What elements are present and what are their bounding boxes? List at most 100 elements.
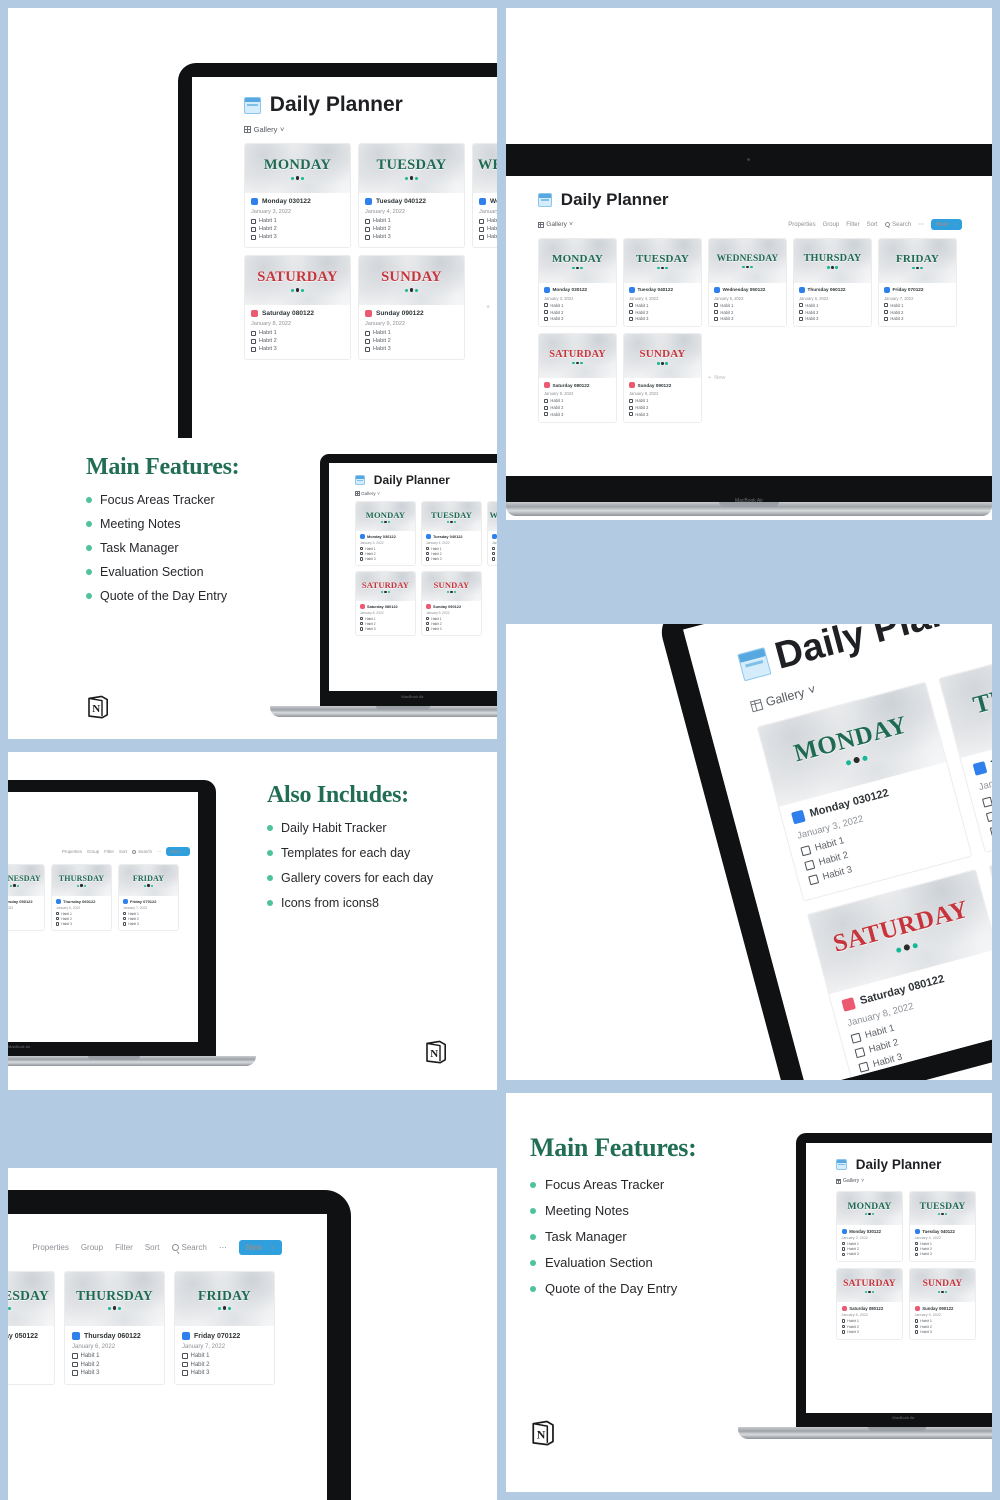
toolbar-more[interactable]: ⋯ — [157, 849, 161, 855]
toolbar-more[interactable]: ⋯ — [918, 221, 924, 228]
habit-checkbox[interactable] — [365, 338, 370, 344]
gallery-card[interactable]: WEDNESDAY Wednesday 050122 January 5, 20… — [8, 864, 45, 931]
habit-checkbox[interactable] — [841, 1247, 846, 1251]
habit-checkbox[interactable] — [56, 912, 60, 916]
toolbar-search[interactable]: Search — [884, 222, 911, 228]
gallery-card[interactable]: WEDNESDAY Wednesday 050122 January 5, 20… — [708, 238, 787, 328]
habit-checkbox[interactable] — [544, 303, 548, 308]
habit-checkbox[interactable] — [799, 310, 803, 315]
habit-checkbox[interactable] — [985, 811, 992, 823]
habit-checkbox[interactable] — [251, 234, 256, 240]
view-selector-gallery[interactable]: Gallery ˅ — [244, 125, 284, 134]
view-selector-gallery[interactable]: Gallery ˅ — [355, 491, 497, 496]
gallery-card[interactable]: TUESDAY Tuesday 040122 January 4, 2022 H… — [623, 238, 702, 328]
habit-checkbox[interactable] — [914, 1252, 919, 1257]
toolbar-filter[interactable]: Filter — [846, 222, 859, 228]
gallery-card[interactable]: WEDNESDAY Wednesday 050122 January 5, 20… — [487, 501, 497, 566]
habit-checkbox[interactable] — [479, 234, 484, 240]
habit-checkbox[interactable] — [360, 627, 364, 631]
habit-checkbox[interactable] — [72, 1361, 78, 1368]
habit-checkbox[interactable] — [544, 310, 548, 315]
habit-checkbox[interactable] — [544, 405, 548, 410]
habit-checkbox[interactable] — [981, 796, 992, 808]
toolbar-group[interactable]: Group — [87, 849, 99, 854]
habit-checkbox[interactable] — [629, 316, 633, 321]
habit-checkbox[interactable] — [360, 557, 364, 561]
habit-checkbox[interactable] — [251, 338, 256, 344]
toolbar-sort[interactable]: Sort — [119, 849, 127, 854]
gallery-card[interactable]: SATURDAY Saturday 080122 January 8, 2022… — [355, 570, 416, 636]
habit-checkbox[interactable] — [492, 547, 496, 551]
view-selector-gallery[interactable]: Gallery ˅ — [836, 1178, 992, 1184]
habit-checkbox[interactable] — [914, 1319, 919, 1323]
habit-checkbox[interactable] — [479, 218, 484, 224]
new-button[interactable]: New ˅ — [931, 219, 962, 230]
new-card-button[interactable]: + New — [708, 333, 787, 422]
habit-checkbox[interactable] — [884, 303, 888, 308]
habit-checkbox[interactable] — [989, 825, 992, 837]
habit-checkbox[interactable] — [629, 310, 633, 315]
toolbar-search[interactable]: Search — [132, 849, 152, 854]
habit-checkbox[interactable] — [808, 874, 820, 886]
habit-checkbox[interactable] — [360, 552, 364, 556]
toolbar-group[interactable]: Group — [81, 1243, 103, 1252]
habit-checkbox[interactable] — [365, 330, 370, 336]
gallery-card[interactable]: MONDAY Monday 030122 January 3, 2022 Hab… — [836, 1191, 903, 1263]
gallery-card[interactable]: WEDNESDAY Wednesday 050122 January 5, 20… — [472, 143, 497, 248]
habit-checkbox[interactable] — [841, 1319, 846, 1323]
habit-checkbox[interactable] — [850, 1032, 862, 1044]
habit-checkbox[interactable] — [841, 1241, 846, 1246]
habit-checkbox[interactable] — [841, 1252, 846, 1257]
habit-checkbox[interactable] — [799, 303, 803, 308]
habit-checkbox[interactable] — [854, 1047, 866, 1059]
gallery-card[interactable]: MONDAY Monday 030122 January 3, 2022 Hab… — [756, 681, 973, 902]
habit-checkbox[interactable] — [629, 398, 633, 403]
habit-checkbox[interactable] — [251, 218, 256, 224]
toolbar-sort[interactable]: Sort — [145, 1243, 160, 1252]
habit-checkbox[interactable] — [72, 1370, 78, 1376]
toolbar-properties[interactable]: Properties — [62, 849, 82, 854]
habit-checkbox[interactable] — [492, 557, 496, 561]
habit-checkbox[interactable] — [914, 1324, 919, 1329]
habit-checkbox[interactable] — [544, 412, 548, 417]
gallery-card[interactable]: MONDAY Monday 030122 January 3, 2022 Hab… — [355, 501, 416, 566]
new-button[interactable]: New ˅ — [238, 1240, 282, 1255]
habit-checkbox[interactable] — [365, 346, 370, 352]
habit-checkbox[interactable] — [365, 218, 370, 224]
toolbar-properties[interactable]: Properties — [32, 1243, 68, 1252]
new-card-button[interactable]: + — [472, 255, 497, 360]
habit-checkbox[interactable] — [800, 845, 812, 857]
toolbar-group[interactable]: Group — [823, 222, 840, 228]
gallery-card[interactable]: TUESDAY Tuesday 040122 January 4, 2022 H… — [909, 1191, 976, 1263]
habit-checkbox[interactable] — [360, 616, 364, 621]
habit-checkbox[interactable] — [914, 1330, 919, 1334]
habit-checkbox[interactable] — [251, 226, 256, 232]
gallery-card[interactable]: SUNDAY Sunday 090122 January 9, 2022 Hab… — [623, 333, 702, 423]
habit-checkbox[interactable] — [426, 616, 430, 621]
habit-checkbox[interactable] — [360, 547, 364, 551]
habit-checkbox[interactable] — [123, 912, 127, 916]
view-selector-gallery[interactable]: Gallery ˅ — [538, 221, 573, 228]
habit-checkbox[interactable] — [804, 859, 816, 871]
habit-checkbox[interactable] — [629, 405, 633, 410]
gallery-card[interactable]: MONDAY Monday 030122 January 3, 2022 Hab… — [538, 238, 617, 328]
habit-checkbox[interactable] — [365, 226, 370, 232]
gallery-card[interactable]: SUNDAY Sunday 090122 January 9, 2022 Hab… — [358, 255, 465, 360]
new-button[interactable]: New ˅ — [166, 847, 190, 856]
habit-checkbox[interactable] — [884, 310, 888, 315]
habit-checkbox[interactable] — [251, 330, 256, 336]
habit-checkbox[interactable] — [492, 552, 496, 556]
gallery-card[interactable]: MONDAY Monday 030122 January 3, 2022 Hab… — [244, 143, 351, 248]
habit-checkbox[interactable] — [251, 346, 256, 352]
habit-checkbox[interactable] — [544, 316, 548, 321]
habit-checkbox[interactable] — [360, 622, 364, 626]
habit-checkbox[interactable] — [479, 226, 484, 232]
gallery-card[interactable]: FRIDAY Friday 070122 January 7, 2022 Hab… — [118, 864, 179, 931]
toolbar-filter[interactable]: Filter — [104, 849, 114, 854]
habit-checkbox[interactable] — [629, 412, 633, 417]
toolbar-more[interactable]: ⋯ — [219, 1243, 227, 1252]
habit-checkbox[interactable] — [426, 547, 430, 551]
habit-checkbox[interactable] — [544, 398, 548, 403]
gallery-card[interactable]: THURSDAY Thursday 060122 January 6, 2022… — [51, 864, 112, 931]
habit-checkbox[interactable] — [426, 557, 430, 561]
